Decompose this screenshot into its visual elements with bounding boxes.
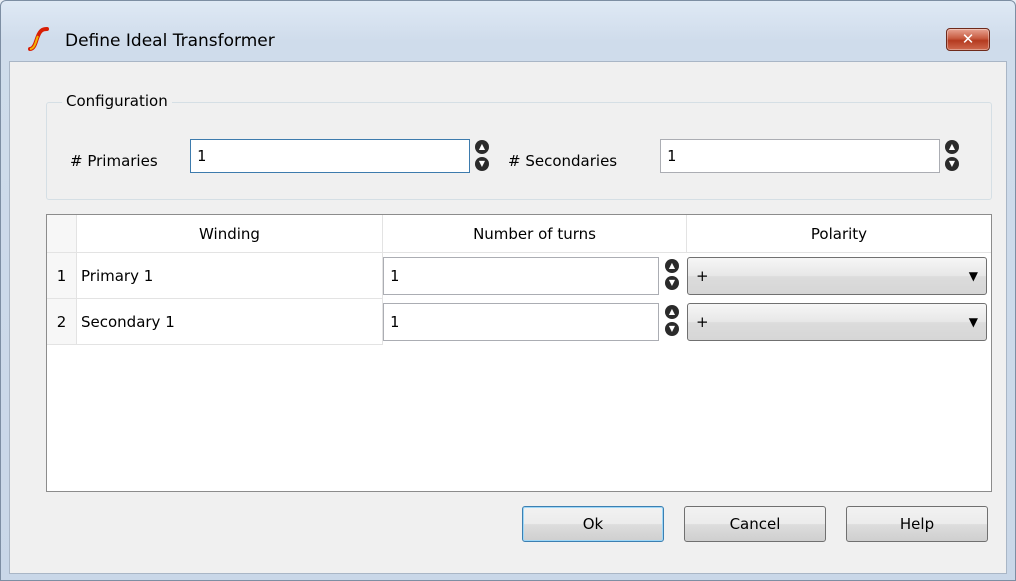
secondaries-spinner[interactable]: ▲ ▼ bbox=[945, 140, 959, 172]
chevron-down-icon: ▼ bbox=[968, 269, 978, 283]
title-bar[interactable]: Define Ideal Transformer ✕ bbox=[1, 1, 1015, 51]
window-title: Define Ideal Transformer bbox=[65, 31, 275, 51]
primaries-label: # Primaries bbox=[70, 152, 158, 170]
help-button[interactable]: Help bbox=[846, 506, 988, 542]
ok-label: Ok bbox=[582, 515, 604, 533]
polarity-select[interactable]: + ▼ bbox=[687, 257, 987, 295]
primaries-input[interactable]: 1 bbox=[190, 139, 470, 173]
corner-header bbox=[47, 215, 77, 253]
close-icon: ✕ bbox=[961, 30, 975, 48]
cancel-label: Cancel bbox=[729, 515, 781, 533]
dialog-body: Configuration # Primaries 1 ▲ ▼ # Second… bbox=[9, 61, 1007, 574]
spin-down-icon[interactable]: ▼ bbox=[665, 276, 679, 290]
row-number: 1 bbox=[47, 253, 77, 299]
polarity-select[interactable]: + ▼ bbox=[687, 303, 987, 341]
secondaries-label: # Secondaries bbox=[508, 152, 618, 170]
cancel-button[interactable]: Cancel bbox=[684, 506, 826, 542]
polarity-value: + bbox=[696, 267, 709, 285]
polarity-value: + bbox=[696, 313, 709, 331]
spin-down-icon[interactable]: ▼ bbox=[945, 157, 959, 171]
turns-input[interactable]: 1 bbox=[383, 303, 659, 341]
turns-spinner[interactable]: ▲ ▼ bbox=[665, 259, 679, 291]
spin-up-icon[interactable]: ▲ bbox=[945, 140, 959, 154]
app-logo-icon bbox=[28, 27, 49, 51]
dialog-window: Define Ideal Transformer ✕ Configuration… bbox=[0, 0, 1016, 581]
close-button[interactable]: ✕ bbox=[946, 28, 990, 51]
spin-up-icon[interactable]: ▲ bbox=[665, 259, 679, 273]
spin-up-icon[interactable]: ▲ bbox=[665, 305, 679, 319]
winding-cell[interactable]: Secondary 1 bbox=[77, 299, 383, 345]
spin-up-icon[interactable]: ▲ bbox=[475, 140, 489, 154]
configuration-legend: Configuration bbox=[62, 92, 172, 110]
spin-down-icon[interactable]: ▼ bbox=[475, 157, 489, 171]
primaries-spinner[interactable]: ▲ ▼ bbox=[475, 140, 489, 172]
turns-input[interactable]: 1 bbox=[383, 257, 659, 295]
header-winding[interactable]: Winding bbox=[77, 215, 383, 253]
winding-cell[interactable]: Primary 1 bbox=[77, 253, 383, 299]
ok-button[interactable]: Ok bbox=[522, 506, 664, 542]
help-label: Help bbox=[899, 515, 935, 533]
secondaries-input[interactable]: 1 bbox=[660, 139, 940, 173]
header-polarity[interactable]: Polarity bbox=[687, 215, 991, 253]
row-number: 2 bbox=[47, 299, 77, 345]
windings-table: Winding Number of turns Polarity 1 Prima… bbox=[46, 214, 992, 492]
chevron-down-icon: ▼ bbox=[968, 315, 978, 329]
spin-down-icon[interactable]: ▼ bbox=[665, 322, 679, 336]
turns-spinner[interactable]: ▲ ▼ bbox=[665, 305, 679, 337]
header-turns[interactable]: Number of turns bbox=[383, 215, 687, 253]
